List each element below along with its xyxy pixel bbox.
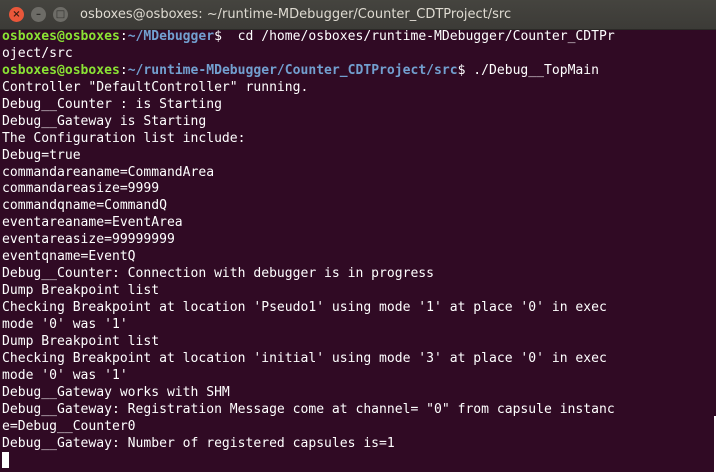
minimize-icon: –	[36, 8, 41, 20]
prompt-path: ~/runtime-MDebugger/Counter_CDTProject/s…	[127, 62, 458, 78]
output-line: commandqname=CommandQ	[2, 198, 167, 214]
output-line: e=Debug__Counter0	[2, 418, 136, 434]
text-cursor	[2, 452, 9, 469]
terminal-window: × – □ osboxes@osboxes: ~/runtime-MDebugg…	[0, 0, 716, 472]
output-line: The Configuration list include:	[2, 130, 246, 146]
cursor-line	[2, 452, 714, 469]
output-line: Debug__Counter : is Starting	[2, 96, 222, 112]
output-line: Debug__Gateway: Number of registered cap…	[2, 435, 395, 451]
maximize-icon: □	[55, 8, 66, 20]
prompt-line: osboxes@osboxes:~/MDebugger$ cd /home/os…	[2, 29, 714, 46]
close-icon: ×	[12, 8, 21, 20]
output-line: Debug__Gateway: Registration Message com…	[2, 401, 615, 417]
command-text: cd /home/osboxes/runtime-MDebugger/Count…	[221, 29, 615, 44]
prompt-line: osboxes@osboxes:~/runtime-MDebugger/Coun…	[2, 63, 714, 80]
output-line: mode '0' was '1'	[2, 367, 128, 383]
terminal-content[interactable]: osboxes@osboxes:~/MDebugger$ cd /home/os…	[2, 29, 714, 469]
window-title: osboxes@osboxes: ~/runtime-MDebugger/Cou…	[80, 7, 512, 22]
output-line: Debug__Gateway works with SHM	[2, 384, 230, 400]
prompt-separator: :	[119, 62, 128, 78]
command-text: ./Debug__TopMain	[465, 62, 599, 78]
output-line: mode '0' was '1'	[2, 316, 128, 332]
title-bar[interactable]: × – □ osboxes@osboxes: ~/runtime-MDebugg…	[0, 0, 716, 30]
output-line: Dump Breakpoint list	[2, 333, 160, 349]
command-wrap-line: oject/src	[2, 45, 73, 61]
output-line: eventqname=EventQ	[2, 249, 136, 265]
output-line: Controller "DefaultController" running.	[2, 79, 309, 95]
maximize-button[interactable]: □	[53, 7, 68, 22]
output-line: commandareaname=CommandArea	[2, 164, 215, 180]
prompt-user-host: osboxes@osboxes	[2, 62, 120, 78]
output-line: eventareasize=99999999	[2, 232, 175, 248]
prompt-user-host: osboxes@osboxes	[2, 29, 120, 44]
output-line: Debug=true	[2, 147, 81, 163]
output-line: eventareaname=EventArea	[2, 215, 183, 231]
output-line: Checking Breakpoint at location 'initial…	[2, 350, 607, 366]
prompt-symbol: $	[214, 29, 222, 44]
output-line: commandareasize=9999	[2, 181, 160, 197]
minimize-button[interactable]: –	[31, 7, 46, 22]
prompt-separator: :	[119, 29, 128, 44]
output-line: Debug__Gateway is Starting	[2, 113, 207, 129]
output-line: Debug__Counter: Connection with debugger…	[2, 266, 435, 282]
output-line: Dump Breakpoint list	[2, 283, 160, 299]
close-button[interactable]: ×	[9, 7, 24, 22]
prompt-path: ~/MDebugger	[127, 29, 215, 44]
output-line: Checking Breakpoint at location 'Pseudo1…	[2, 300, 607, 315]
